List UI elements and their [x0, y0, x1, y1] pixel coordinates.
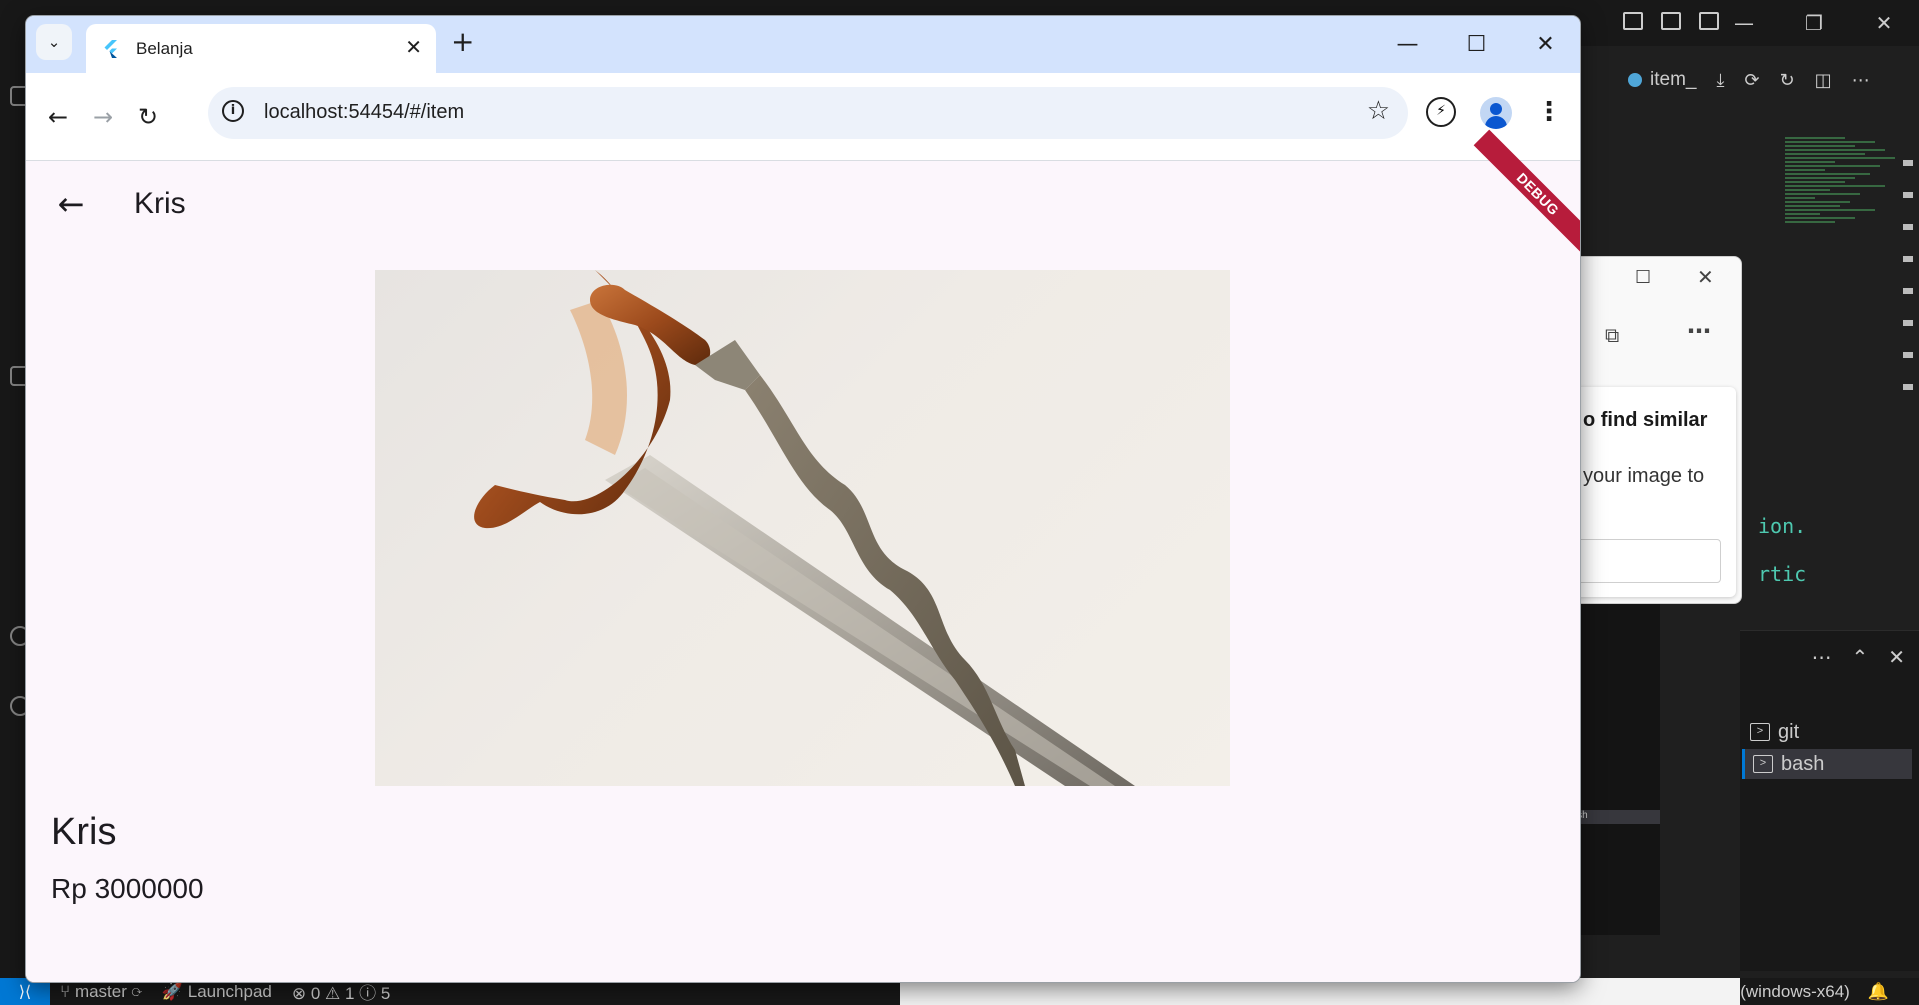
chrome-window: ⌄ Belanja ✕ + — ☐ ✕ ← → ↻ i localhost:54…: [26, 16, 1580, 982]
terminal-icon: >: [1753, 755, 1773, 773]
status-right: (windows-x64) 🔔: [1740, 978, 1889, 1005]
editor-tab-label: item_: [1650, 69, 1697, 90]
copy-icon[interactable]: ⧉: [1605, 323, 1619, 347]
chrome-menu-icon[interactable]: ⋮: [1536, 95, 1562, 129]
sync-icon[interactable]: ⟳: [1744, 70, 1759, 91]
vscode-status-bar: ⟩⟨ ⑂ master ⟳ 🚀 Launchpad ⊗ 0 ⚠ 1 ⓘ 5 (w…: [0, 978, 1919, 1005]
problems-status[interactable]: ⊗ 0 ⚠ 1 ⓘ 5: [292, 979, 390, 1004]
forward-arrow-icon[interactable]: →: [83, 97, 123, 137]
appbar-title: Kris: [134, 187, 186, 220]
taskbar-strip: [900, 978, 1740, 1005]
maximize-icon[interactable]: ☐: [1635, 267, 1651, 288]
terminal-label: git: [1778, 720, 1800, 743]
vscode-minimize-button[interactable]: —: [1709, 0, 1779, 46]
minimize-button[interactable]: —: [1373, 16, 1442, 73]
platform-status[interactable]: (windows-x64): [1740, 982, 1850, 1002]
editor-scrollbar[interactable]: [1903, 160, 1915, 480]
tab-close-icon[interactable]: ✕: [405, 35, 422, 59]
terminal-list-item-bash[interactable]: > bash: [1742, 749, 1912, 779]
refresh-icon[interactable]: ↻: [1780, 70, 1795, 91]
product-price: Rp 3000000: [51, 873, 204, 904]
dart-file-icon: [1628, 73, 1642, 87]
toggle-sidebar-icon[interactable]: [1661, 12, 1681, 30]
visual-search-title: o find similar: [1583, 409, 1708, 431]
branch-status[interactable]: ⑂ master ⟳: [60, 982, 142, 1002]
editor-minimap: [1785, 135, 1905, 325]
terminal-list-item-git[interactable]: > git: [1742, 717, 1912, 747]
maximize-panel-icon[interactable]: ⌃: [1851, 645, 1868, 669]
tab-title: Belanja: [136, 39, 193, 58]
code-fragment: ion.: [1758, 514, 1807, 538]
editor-tab[interactable]: item_: [1628, 69, 1696, 91]
tab-strip: ⌄ Belanja ✕ + — ☐ ✕: [26, 16, 1580, 73]
notifications-bell-icon[interactable]: 🔔: [1868, 982, 1889, 1002]
split-editor-icon[interactable]: ◫: [1815, 70, 1832, 91]
chrome-window-controls: — ☐ ✕: [1373, 16, 1580, 73]
launchpad-status[interactable]: 🚀 Launchpad: [162, 982, 272, 1002]
more-actions-icon[interactable]: ⋯: [1811, 645, 1831, 669]
flutter-page: ← Kris DEBUG Kris Rp 3000000: [26, 129, 1580, 982]
branch-name: master: [74, 981, 127, 1001]
url-text[interactable]: localhost:54454/#/item: [264, 101, 464, 124]
appbar-back-button[interactable]: ←: [50, 183, 92, 225]
more-options-icon[interactable]: ⋯: [1687, 317, 1711, 345]
reload-icon[interactable]: ↻: [128, 97, 168, 137]
terminal-icon: >: [1750, 723, 1770, 741]
close-window-button[interactable]: ✕: [1511, 16, 1580, 73]
close-icon[interactable]: ✕: [1697, 265, 1714, 289]
back-arrow-icon[interactable]: ←: [38, 97, 78, 137]
status-left: ⑂ master ⟳ 🚀 Launchpad ⊗ 0 ⚠ 1 ⓘ 5: [60, 978, 390, 1005]
code-fragment: rtic: [1758, 562, 1807, 586]
vscode-editor-tabbar: item_ ⤓ ⟳ ↻ ◫ ⋯: [1580, 60, 1919, 100]
terminal-label: bash: [1781, 752, 1825, 775]
vscode-window-controls: — ❐ ✕: [1709, 0, 1919, 46]
vscode-close-button[interactable]: ✕: [1849, 0, 1919, 46]
address-bar[interactable]: i localhost:54454/#/item ☆: [208, 87, 1408, 139]
product-name: Kris: [51, 811, 117, 853]
performance-icon[interactable]: ⚡: [1426, 97, 1456, 127]
browser-tab[interactable]: Belanja ✕: [86, 24, 436, 73]
close-panel-icon[interactable]: ✕: [1888, 645, 1905, 669]
terminal-panel-controls: ⋯ ⌃ ✕: [1811, 645, 1905, 669]
new-tab-button[interactable]: +: [451, 28, 474, 56]
download-icon[interactable]: ⤓: [1716, 70, 1724, 91]
maximize-button[interactable]: ☐: [1442, 16, 1511, 73]
edge-visual-search-popup: ☐ ✕ ⧉ ⋯ o find similar your image to: [1560, 256, 1742, 604]
remote-indicator-icon[interactable]: ⟩⟨: [0, 978, 50, 1005]
browser-toolbar: ← → ↻ i localhost:54454/#/item ☆ ⚡ ⋮: [26, 73, 1580, 161]
site-info-icon[interactable]: i: [222, 100, 244, 122]
flutter-favicon-icon: [104, 40, 117, 58]
more-actions-icon[interactable]: ⋯: [1852, 70, 1870, 91]
kris-dagger-image: [474, 270, 1135, 786]
visual-search-input[interactable]: [1561, 539, 1721, 583]
launchpad-label: Launchpad: [187, 981, 272, 1001]
toggle-panel-icon[interactable]: [1623, 12, 1643, 30]
layout-controls: [1623, 12, 1719, 30]
vscode-restore-button[interactable]: ❐: [1779, 0, 1849, 46]
profile-avatar-icon[interactable]: [1480, 97, 1512, 129]
product-image: [375, 270, 1230, 786]
visual-search-card: o find similar your image to: [1561, 387, 1736, 597]
tab-search-chevron-icon[interactable]: ⌄: [36, 24, 72, 60]
terminal-panel: ⋯ ⌃ ✕ > git > bash: [1740, 630, 1919, 971]
visual-search-description: your image to: [1583, 465, 1705, 487]
bookmark-star-icon[interactable]: ☆: [1367, 96, 1390, 126]
